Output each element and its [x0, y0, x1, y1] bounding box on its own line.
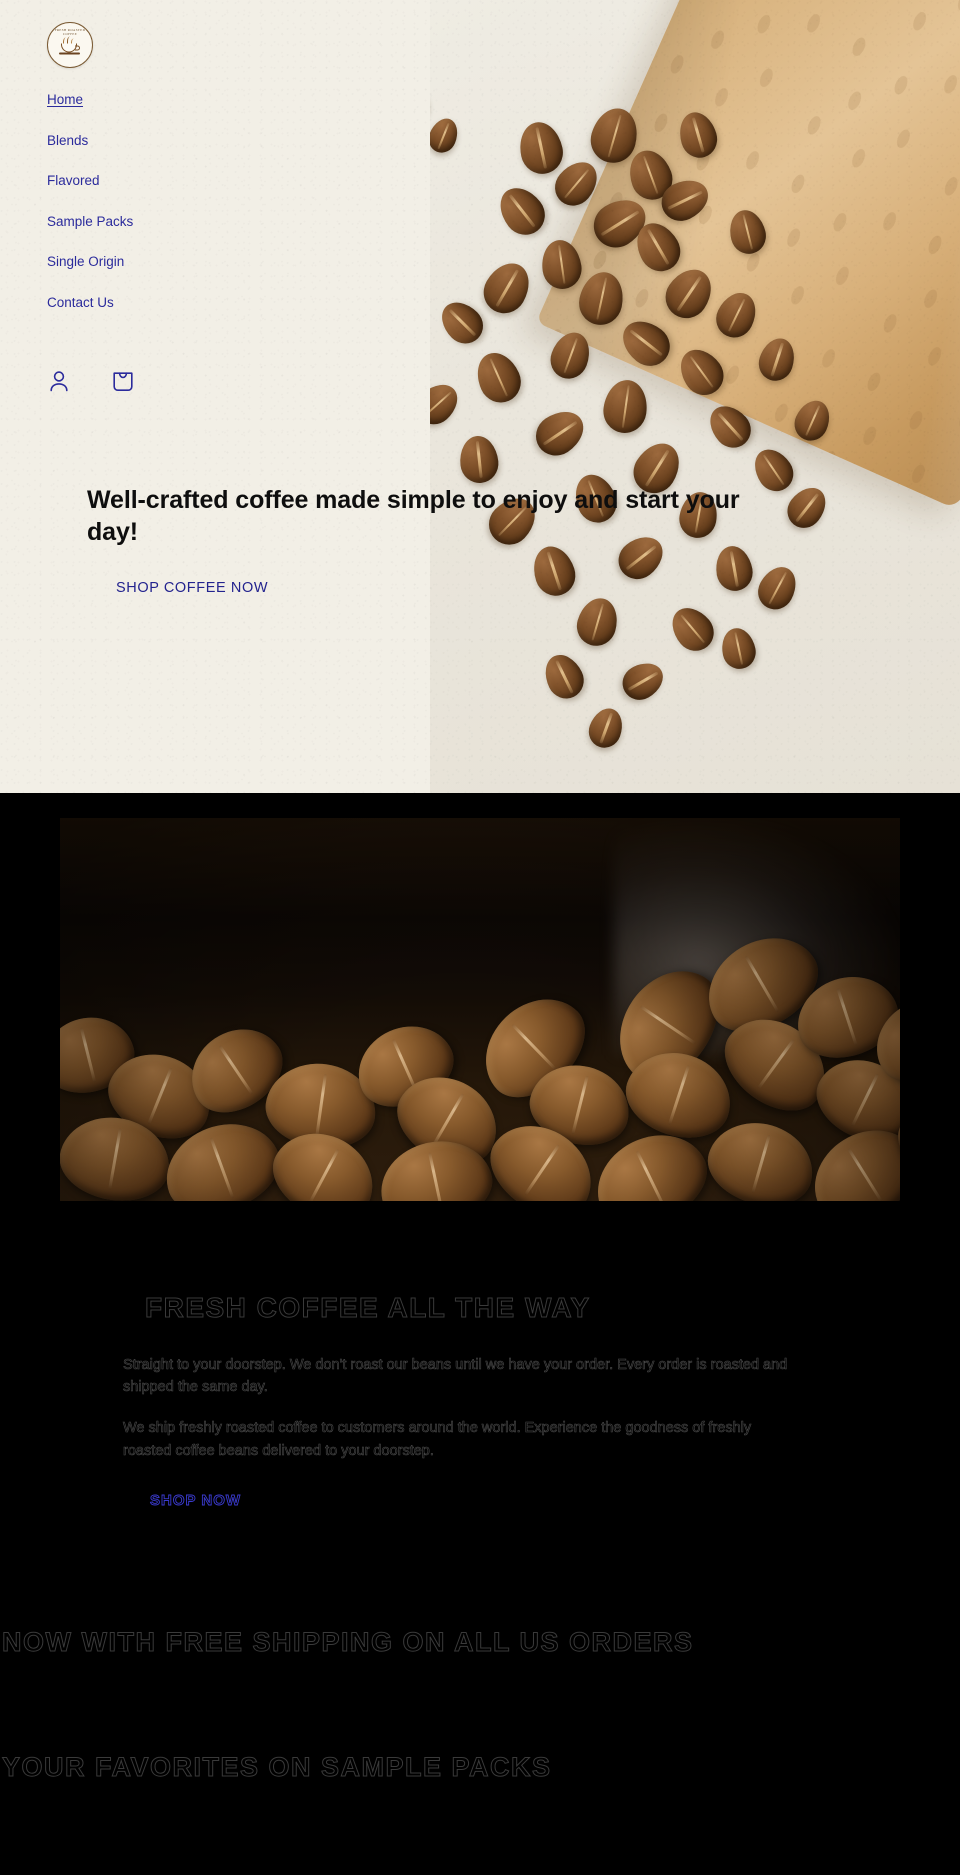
promo-band-shipping: NOW WITH FREE SHIPPING ON ALL US ORDERS [0, 1627, 960, 1658]
account-icon[interactable] [47, 369, 71, 394]
logo-ring-text: FRESH ROASTED COFFEE [54, 28, 86, 36]
shop-now-button[interactable]: SHOP NOW [150, 1492, 241, 1510]
nav-item-single-origin[interactable]: Single Origin [47, 255, 124, 269]
site-logo[interactable]: FRESH ROASTED COFFEE [47, 22, 93, 68]
feature-content: FRESH COFFEE ALL THE WAY Straight to you… [0, 793, 960, 1510]
nav-item-contact-us[interactable]: Contact Us [47, 295, 114, 310]
nav-item-blends[interactable]: Blends [47, 133, 88, 148]
main-navigation: Home Blends Flavored Sample Packs Single… [47, 93, 960, 336]
nav-item-sample-packs[interactable]: Sample Packs [47, 214, 133, 229]
hero-copy: Well-crafted coffee made simple to enjoy… [47, 484, 747, 597]
utility-icons [47, 369, 960, 394]
promo-title-sample-packs: YOUR FAVORITES ON SAMPLE PACKS [2, 1751, 552, 1782]
shopping-bag-icon[interactable] [111, 369, 135, 394]
nav-item-flavored[interactable]: Flavored [47, 174, 100, 188]
hero-section: FRESH ROASTED COFFEE Home Blends Flavore… [0, 0, 960, 793]
feature-section: FRESH COFFEE ALL THE WAY Straight to you… [0, 793, 960, 1803]
feature-paragraph-2: We ship freshly roasted coffee to custom… [123, 1420, 752, 1459]
promo-title-shipping: NOW WITH FREE SHIPPING ON ALL US ORDERS [2, 1627, 694, 1658]
nav-item-home[interactable]: Home [47, 93, 83, 107]
coffee-cup-icon [58, 36, 82, 55]
feature-paragraph-1: Straight to your doorstep. We don't roas… [123, 1356, 788, 1396]
hero-headline: Well-crafted coffee made simple to enjoy… [87, 486, 740, 546]
page-root: FRESH ROASTED COFFEE Home Blends Flavore… [0, 0, 960, 1875]
feature-title: FRESH COFFEE ALL THE WAY [145, 1292, 591, 1324]
shop-coffee-now-button[interactable]: SHOP COFFEE NOW [116, 580, 268, 596]
promo-band-sample-packs: YOUR FAVORITES ON SAMPLE PACKS [0, 1751, 960, 1783]
hero-content: FRESH ROASTED COFFEE Home Blends Flavore… [0, 0, 960, 597]
